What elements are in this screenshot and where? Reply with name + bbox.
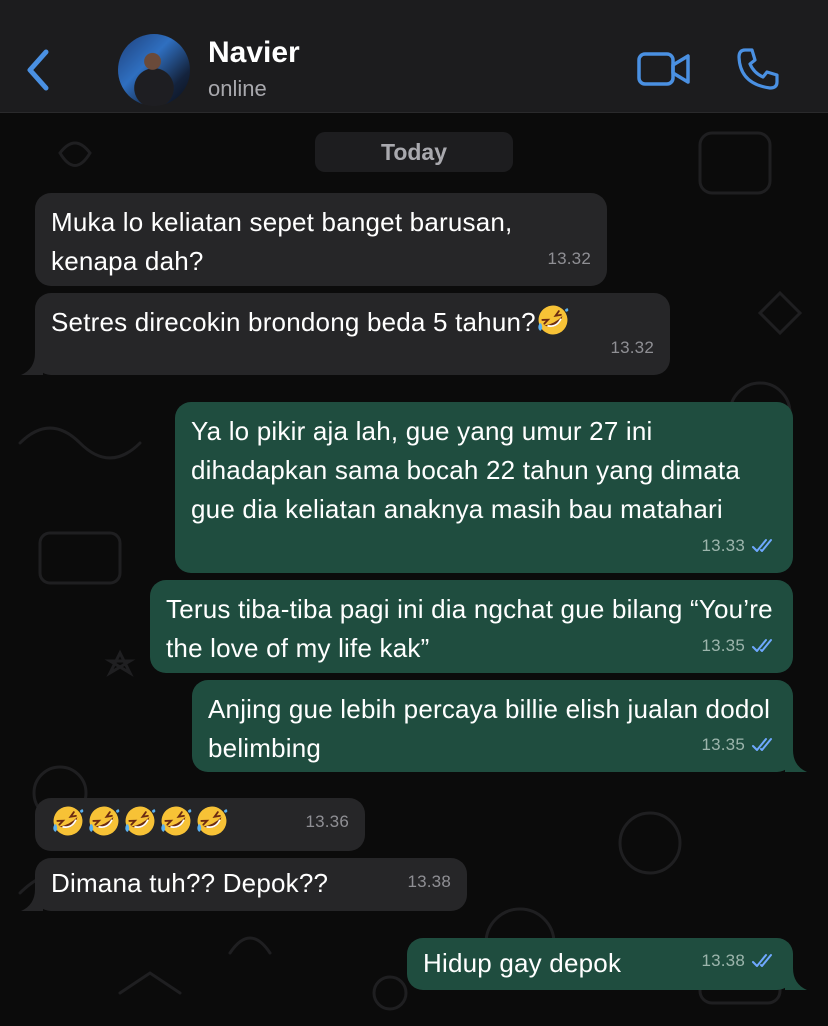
double-check-icon [751,638,777,654]
back-icon [27,49,49,91]
message-list[interactable]: Today Muka lo keliatan sepet banget baru… [0,113,828,1026]
phone-icon [737,48,779,90]
rofl-emoji [123,804,157,838]
message-time: 13.32 [610,338,654,357]
rofl-emoji [51,804,85,838]
message-time: 13.33 [701,536,745,555]
message-time: 13.32 [547,249,591,268]
message-text: Anjing gue lebih percaya billie elish ju… [208,694,771,763]
message-time: 13.36 [305,812,349,831]
video-call-icon [637,52,690,86]
double-check-icon [751,737,777,753]
message-text: Dimana tuh?? Depok?? [51,868,329,898]
incoming-message[interactable]: Setres direcokin brondong beda 5 tahun? … [35,293,670,375]
outgoing-message[interactable]: Hidup gay depok 13.38 [407,938,793,990]
contact-avatar[interactable] [118,34,190,106]
bubble-tail [21,889,43,911]
incoming-message[interactable]: 13.36 [35,798,365,851]
back-button[interactable] [18,44,58,96]
video-call-button[interactable] [636,48,692,90]
message-time: 13.35 [701,636,745,655]
bubble-tail [785,968,807,990]
chat-header: Navier online [0,0,828,113]
outgoing-message[interactable]: Terus tiba-tiba pagi ini dia ngchat gue … [150,580,793,673]
bubble-tail [21,353,43,375]
message-text: Setres direcokin brondong beda 5 tahun? [51,307,536,337]
incoming-message[interactable]: Dimana tuh?? Depok?? 13.38 [35,858,467,911]
voice-call-button[interactable] [735,46,781,92]
message-text: Muka lo keliatan sepet banget barusan, k… [51,207,513,276]
rofl-emoji [159,804,193,838]
message-text: Ya lo pikir aja lah, gue yang umur 27 in… [191,416,741,524]
message-time: 13.35 [701,735,745,754]
message-time: 13.38 [701,951,745,970]
incoming-message[interactable]: Muka lo keliatan sepet banget barusan, k… [35,193,607,286]
emoji-row [51,808,231,838]
contact-name[interactable]: Navier [208,36,300,70]
message-time: 13.38 [407,872,451,891]
bubble-tail [785,750,807,772]
outgoing-message[interactable]: Ya lo pikir aja lah, gue yang umur 27 in… [175,402,793,573]
double-check-icon [751,953,777,969]
rofl-emoji [87,804,121,838]
contact-status: online [208,76,267,101]
message-text: Hidup gay depok [423,948,622,978]
outgoing-message[interactable]: Anjing gue lebih percaya billie elish ju… [192,680,793,772]
double-check-icon [751,538,777,554]
rofl-emoji [536,303,570,337]
message-text: Terus tiba-tiba pagi ini dia ngchat gue … [166,594,773,663]
date-separator: Today [315,132,513,172]
rofl-emoji [195,804,229,838]
